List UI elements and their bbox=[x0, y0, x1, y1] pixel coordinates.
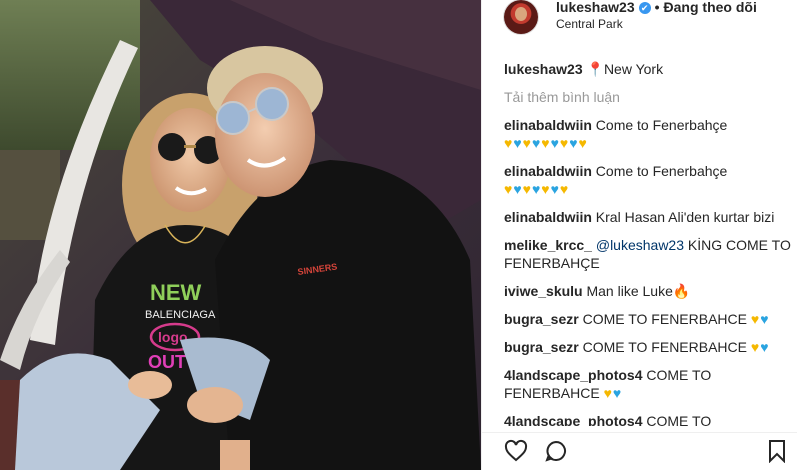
comment-username[interactable]: iviwe_skulu bbox=[504, 283, 583, 299]
blue-heart-icon: ♥ bbox=[513, 181, 523, 197]
yellow-heart-icon: ♥ bbox=[504, 181, 514, 197]
comment-username[interactable]: bugra_sezr bbox=[504, 311, 579, 327]
comment-item: elinabaldwiin Kral Hasan Ali'den kurtar … bbox=[504, 208, 794, 226]
heart-emoji-group: ♥♥ bbox=[604, 385, 623, 401]
comment-bubble-icon[interactable] bbox=[544, 439, 568, 469]
location-link[interactable]: Central Park bbox=[556, 17, 623, 31]
heart-emoji-group: ♥♥ bbox=[751, 311, 770, 327]
blue-heart-icon: ♥ bbox=[550, 181, 560, 197]
comment-text: COME TO FENERBAHCE bbox=[582, 311, 747, 327]
comment-username[interactable]: elinabaldwiin bbox=[504, 209, 592, 225]
heart-emoji-group: ♥♥♥♥♥♥♥ bbox=[504, 181, 569, 197]
comment-username[interactable]: elinabaldwiin bbox=[504, 163, 592, 179]
post-header: lukeshaw23 ✔ • Đang theo dõi Central Park bbox=[482, 0, 797, 46]
blue-heart-icon: ♥ bbox=[760, 311, 770, 327]
comment-text: COME TO FENERBAHCE bbox=[582, 339, 747, 355]
comments-list[interactable]: lukeshaw23 📍New York Tải thêm bình luận … bbox=[504, 60, 794, 426]
comment-item: bugra_sezr COME TO FENERBAHCE ♥♥ bbox=[504, 310, 794, 328]
round-pushpin-icon: 📍 bbox=[586, 61, 604, 77]
yellow-heart-icon: ♥ bbox=[750, 311, 761, 327]
comment-item: 4landscape_photos4 COME TO FENERBAHCE ♥♥ bbox=[504, 412, 794, 426]
comment-username[interactable]: 4landscape_photos4 bbox=[504, 413, 643, 426]
load-more-comments-button[interactable]: Tải thêm bình luận bbox=[504, 88, 794, 106]
yellow-heart-icon: ♥ bbox=[578, 135, 588, 151]
blue-heart-icon: ♥ bbox=[569, 135, 579, 151]
blue-heart-icon: ♥ bbox=[612, 385, 623, 401]
caption: lukeshaw23 📍New York bbox=[504, 60, 794, 78]
comment-username[interactable]: 4landscape_photos4 bbox=[504, 367, 643, 383]
caption-username[interactable]: lukeshaw23 bbox=[504, 61, 583, 77]
comment-item: elinabaldwiin Come to Fenerbahçe ♥♥♥♥♥♥♥… bbox=[504, 116, 794, 152]
comment-container: elinabaldwiin Come to Fenerbahçe ♥♥♥♥♥♥♥… bbox=[504, 116, 794, 426]
header-username-row: lukeshaw23 ✔ • Đang theo dõi bbox=[556, 0, 757, 15]
post-side-panel: lukeshaw23 ✔ • Đang theo dõi Central Park l… bbox=[481, 0, 797, 471]
comment-text: Kral Hasan Ali'den kurtar bizi bbox=[595, 209, 775, 225]
bookmark-icon[interactable] bbox=[766, 439, 788, 469]
follow-status-button[interactable]: Đang theo dõi bbox=[664, 0, 757, 15]
blue-heart-icon: ♥ bbox=[531, 135, 542, 151]
post-photo[interactable]: NEW BALENCIAGA logo OUT SINNERS bbox=[0, 0, 481, 470]
yellow-heart-icon: ♥ bbox=[504, 135, 514, 151]
comment-username[interactable]: elinabaldwiin bbox=[504, 117, 592, 133]
shirt-text-out: OUT bbox=[148, 352, 186, 372]
yellow-heart-icon: ♥ bbox=[559, 135, 570, 151]
comment-username[interactable]: melike_krcc_ bbox=[504, 237, 592, 253]
comment-text: Man like Luke bbox=[586, 283, 673, 299]
comment-mention[interactable]: @lukeshaw23 bbox=[596, 237, 684, 253]
verified-badge-icon: ✔ bbox=[638, 2, 651, 14]
shirt-text-balenciaga: BALENCIAGA bbox=[145, 309, 216, 321]
action-bar bbox=[482, 432, 797, 471]
yellow-heart-icon: ♥ bbox=[603, 385, 613, 401]
post-photo-image: NEW BALENCIAGA logo OUT SINNERS bbox=[0, 0, 481, 470]
yellow-heart-icon: ♥ bbox=[522, 181, 532, 197]
blue-heart-icon: ♥ bbox=[760, 339, 770, 355]
blue-heart-icon: ♥ bbox=[550, 135, 560, 151]
yellow-heart-icon: ♥ bbox=[541, 135, 551, 151]
comment-item: iviwe_skulu Man like Luke🔥 bbox=[504, 282, 794, 300]
comment-text: Come to Fenerbahçe bbox=[595, 117, 728, 133]
comment-item: elinabaldwiin Come to Fenerbahçe ♥♥♥♥♥♥♥ bbox=[504, 162, 794, 198]
shirt-text-new: NEW bbox=[150, 280, 202, 305]
fire-emoji-icon: 🔥 bbox=[672, 283, 691, 299]
comment-item: melike_krcc_ @lukeshaw23 KİNG COME TO FE… bbox=[504, 236, 794, 272]
comment-username[interactable]: bugra_sezr bbox=[504, 339, 579, 355]
avatar[interactable] bbox=[504, 0, 538, 34]
yellow-heart-icon: ♥ bbox=[541, 181, 551, 197]
heart-outline-icon[interactable] bbox=[504, 439, 528, 469]
header-separator: • bbox=[654, 0, 660, 15]
yellow-heart-icon: ♥ bbox=[750, 339, 761, 355]
comment-item: 4landscape_photos4 COME TO FENERBAHCE ♥♥ bbox=[504, 366, 794, 402]
blue-heart-icon: ♥ bbox=[513, 135, 523, 151]
blue-heart-icon: ♥ bbox=[531, 181, 542, 197]
yellow-heart-icon: ♥ bbox=[522, 135, 532, 151]
comment-item: bugra_sezr COME TO FENERBAHCE ♥♥ bbox=[504, 338, 794, 356]
caption-text: New York bbox=[603, 61, 664, 77]
header-username[interactable]: lukeshaw23 bbox=[556, 0, 635, 15]
heart-emoji-group: ♥♥♥♥♥♥♥♥♥ bbox=[504, 135, 588, 151]
comment-text: Come to Fenerbahçe bbox=[595, 163, 728, 179]
heart-emoji-group: ♥♥ bbox=[751, 339, 770, 355]
yellow-heart-icon: ♥ bbox=[559, 181, 570, 197]
